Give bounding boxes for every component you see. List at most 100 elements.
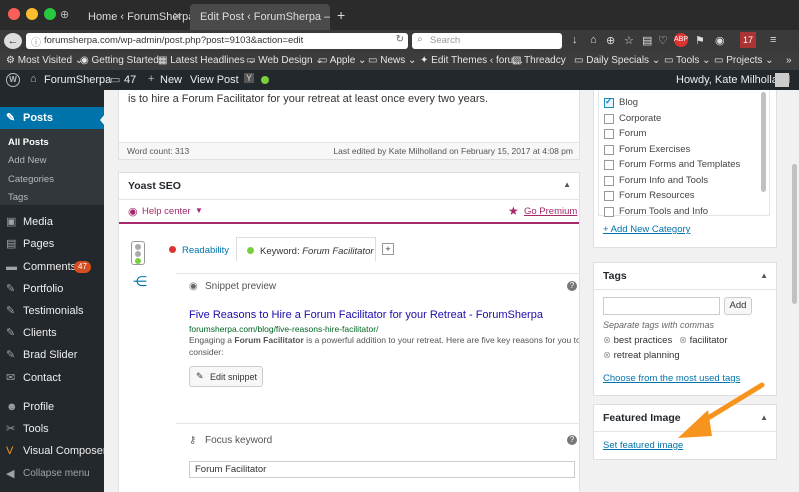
site-name-link[interactable]: ForumSherpa bbox=[44, 74, 111, 86]
category-label[interactable]: Corporate bbox=[619, 113, 661, 124]
yoast-icon[interactable]: Y bbox=[244, 73, 255, 83]
back-button[interactable]: ← bbox=[4, 33, 22, 49]
category-label[interactable]: Blog bbox=[619, 97, 638, 108]
menu-item-portfolio[interactable]: ✎ Portfolio bbox=[0, 278, 104, 300]
bookmarks-overflow-icon[interactable]: » bbox=[786, 54, 792, 68]
menu-item-comments[interactable]: ▬ Comments 47 bbox=[0, 256, 104, 278]
menu-item-profile[interactable]: ☻ Profile bbox=[0, 396, 104, 418]
menu-item-posts[interactable]: ✎ Posts bbox=[0, 107, 104, 129]
bookmark-web-design[interactable]: ▭ Web Design ⌄ bbox=[246, 54, 324, 68]
category-checkbox[interactable] bbox=[604, 144, 614, 155]
menu-item-testimonials[interactable]: ✎ Testimonials bbox=[0, 300, 104, 322]
download-icon[interactable]: ↓ bbox=[572, 34, 578, 46]
category-checkbox[interactable] bbox=[604, 160, 614, 170]
minimize-window-icon[interactable] bbox=[26, 8, 38, 20]
submenu-categories[interactable]: Categories bbox=[8, 174, 54, 185]
home-icon[interactable]: ⌂ bbox=[590, 34, 597, 46]
menu-item-contact[interactable]: ✉ Contact bbox=[0, 367, 104, 389]
view-post-link[interactable]: View Post bbox=[190, 74, 239, 86]
bookmark-threadcy[interactable]: ▧ Threadcy bbox=[512, 54, 566, 68]
bookmark-daily-specials[interactable]: ▭ Daily Specials ⌄ bbox=[574, 54, 660, 68]
remove-tag-icon[interactable]: ⊗ bbox=[603, 335, 611, 346]
category-label[interactable]: Forum Exercises bbox=[619, 144, 690, 155]
close-window-icon[interactable] bbox=[8, 8, 20, 20]
snippet-title[interactable]: Five Reasons to Hire a Forum Facilitator… bbox=[189, 309, 543, 321]
hamburger-menu-icon[interactable]: ≡ bbox=[770, 34, 776, 46]
submenu-tags[interactable]: Tags bbox=[8, 192, 28, 203]
bookmark-edit-themes[interactable]: ✦ Edit Themes ‹ foru… bbox=[420, 54, 523, 68]
menu-item-tools[interactable]: ✂ Tools bbox=[0, 418, 104, 440]
bookmark-projects[interactable]: ▭ Projects ⌄ bbox=[714, 54, 774, 68]
snippet-description[interactable]: Engaging a Forum Facilitator is a powerf… bbox=[189, 335, 579, 345]
reload-icon[interactable]: ↻ bbox=[396, 34, 404, 45]
bookmark-star-icon[interactable]: ☆ bbox=[624, 34, 634, 47]
edit-snippet-button[interactable]: ✎ Edit snippet bbox=[189, 366, 263, 387]
traffic-light-icon[interactable] bbox=[131, 241, 145, 265]
categories-scrollbar[interactable] bbox=[761, 92, 766, 192]
pocket-icon[interactable]: ♡ bbox=[658, 34, 668, 47]
help-icon[interactable]: ? bbox=[567, 435, 577, 445]
toggle-panel-icon[interactable]: ▲ bbox=[563, 180, 571, 189]
bookmark-latest-headlines[interactable]: ▦ Latest Headlines ⌄ bbox=[158, 54, 256, 68]
help-icon[interactable]: ? bbox=[567, 281, 577, 291]
category-checkbox[interactable] bbox=[604, 175, 614, 186]
lock-icon[interactable]: ⊕ bbox=[606, 34, 615, 47]
category-label[interactable]: Forum Info and Tools bbox=[619, 175, 708, 186]
comment-count[interactable]: 47 bbox=[124, 74, 136, 86]
tab-edit-post[interactable]: Edit Post ‹ ForumSherpa — Wo… bbox=[190, 4, 330, 30]
category-label[interactable]: Forum bbox=[619, 128, 646, 139]
category-checkbox[interactable] bbox=[604, 191, 614, 201]
clipboard-icon[interactable]: ▤ bbox=[642, 34, 652, 47]
menu-item-media[interactable]: ▣ Media bbox=[0, 211, 104, 233]
category-checkbox[interactable] bbox=[604, 113, 614, 124]
bookmark-tools[interactable]: ▭ Tools ⌄ bbox=[664, 54, 711, 68]
menu-item-visual-composer[interactable]: V Visual Composer bbox=[0, 440, 107, 462]
submenu-add-new[interactable]: Add New bbox=[8, 155, 47, 166]
add-keyword-tab-button[interactable]: + bbox=[382, 243, 394, 255]
add-tag-button[interactable]: Add bbox=[724, 297, 752, 315]
avatar[interactable] bbox=[775, 73, 789, 87]
editor-body-text[interactable]: is to hire a Forum Facilitator for your … bbox=[128, 93, 488, 105]
menu-item-clients[interactable]: ✎ Clients bbox=[0, 322, 104, 344]
focus-keyword-input[interactable]: Forum Facilitator bbox=[189, 461, 575, 478]
bookmark-news[interactable]: ▭ News ⌄ bbox=[368, 54, 416, 68]
menu-item-brad-slider[interactable]: ✎ Brad Slider bbox=[0, 344, 104, 366]
extension-icon[interactable]: ⚑ bbox=[695, 34, 705, 47]
toggle-panel-icon[interactable]: ▲ bbox=[760, 271, 768, 280]
share-icon[interactable]: ⋲ bbox=[133, 273, 147, 290]
tab-readability[interactable]: Readability bbox=[182, 245, 229, 256]
snippet-url[interactable]: forumsherpa.com/blog/five-reasons-hire-f… bbox=[189, 324, 378, 334]
add-new-category-link[interactable]: + Add New Category bbox=[603, 224, 690, 235]
category-checkbox[interactable] bbox=[604, 129, 614, 139]
page-scrollbar-track[interactable] bbox=[789, 90, 799, 492]
new-content-link[interactable]: New bbox=[160, 74, 182, 86]
search-input[interactable]: ⌕ Search bbox=[412, 33, 562, 49]
tab-keyword[interactable]: Keyword: Forum Facilitator bbox=[236, 237, 376, 261]
remove-tag-icon[interactable]: ⊗ bbox=[603, 350, 611, 361]
zoom-window-icon[interactable] bbox=[44, 8, 56, 20]
bookmark-most-visited[interactable]: ⚙ Most Visited ⌄ bbox=[6, 54, 83, 68]
extension-badge-icon[interactable]: ABP bbox=[674, 33, 688, 47]
extension-icon[interactable]: 17 bbox=[740, 32, 756, 48]
close-icon[interactable]: ✕ bbox=[173, 4, 182, 30]
help-center-link[interactable]: Help center bbox=[142, 206, 191, 217]
bookmark-getting-started[interactable]: ◉ Getting Started bbox=[80, 54, 159, 68]
info-icon[interactable]: ⓘ bbox=[31, 34, 41, 49]
category-label[interactable]: Forum Forms and Templates bbox=[619, 159, 740, 170]
tab-home[interactable]: Home ‹ ForumSherpa ✕ bbox=[60, 4, 190, 30]
new-tag-input[interactable] bbox=[603, 297, 720, 315]
category-label[interactable]: Forum Resources bbox=[619, 190, 695, 201]
new-tab-button[interactable]: + bbox=[337, 8, 345, 22]
url-bar[interactable]: ⓘ forumsherpa.com/wp-admin/post.php?post… bbox=[26, 33, 408, 49]
go-premium-link[interactable]: Go Premium bbox=[524, 206, 577, 217]
remove-tag-icon[interactable]: ⊗ bbox=[679, 335, 687, 346]
submenu-all-posts[interactable]: All Posts bbox=[8, 137, 49, 148]
category-checkbox[interactable]: ✓ bbox=[604, 96, 614, 108]
category-checkbox[interactable] bbox=[604, 206, 614, 217]
category-label[interactable]: Forum Tools and Info bbox=[619, 206, 708, 217]
bookmark-apple[interactable]: ▭ Apple ⌄ bbox=[318, 54, 366, 68]
wordpress-logo-icon[interactable]: W bbox=[6, 73, 20, 87]
howdy-greeting[interactable]: Howdy, Kate Milholland bbox=[676, 74, 790, 86]
collapse-menu-button[interactable]: ◀ Collapse menu bbox=[0, 463, 104, 485]
menu-item-pages[interactable]: ▤ Pages bbox=[0, 233, 104, 255]
